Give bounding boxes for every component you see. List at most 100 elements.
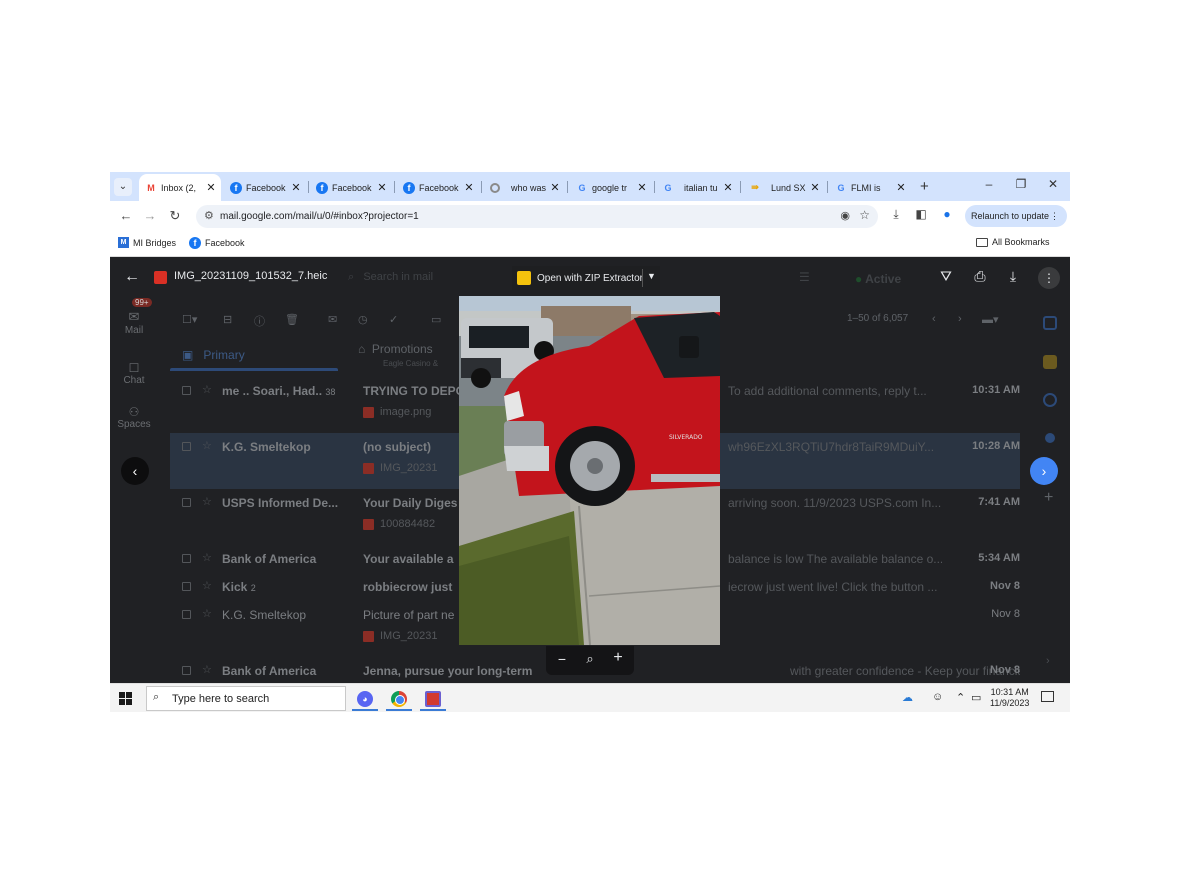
tab-inbox[interactable]: M Inbox (2, ✕ (139, 174, 221, 201)
all-bookmarks[interactable]: All Bookmarks (976, 237, 1050, 247)
eye-icon[interactable]: ◉ (840, 209, 850, 222)
close-window-button[interactable]: ✕ (1043, 177, 1063, 191)
reload-icon[interactable]: ↻ (167, 208, 183, 224)
download-icon[interactable]: ⤓ (1003, 268, 1023, 285)
chevron-down-icon[interactable]: ⌄ (114, 178, 132, 196)
chevron-up-icon[interactable]: ⌃ (956, 691, 965, 704)
filter-icon[interactable]: ☰ (799, 270, 810, 284)
tab-flmi[interactable]: G FLMI is ✕ (829, 174, 911, 201)
keyboard-icon[interactable]: ▬▾ (982, 313, 999, 326)
status-active[interactable]: ● Active (855, 272, 901, 286)
checkbox[interactable] (182, 582, 191, 591)
checkbox[interactable] (182, 498, 191, 507)
tab-promotions[interactable]: ⌂ Promotions (358, 342, 433, 356)
close-icon[interactable]: ✕ (548, 181, 562, 194)
bookmark-mi-bridges[interactable]: M MI Bridges (118, 237, 176, 248)
new-tab-button[interactable]: + (920, 178, 929, 195)
profile-icon[interactable]: ● (939, 207, 955, 221)
keep-icon[interactable] (1043, 355, 1057, 369)
download-icon[interactable]: ⤓ (888, 207, 904, 222)
star-icon[interactable]: ☆ (202, 579, 212, 592)
task-icon[interactable]: ✓ (389, 313, 398, 326)
forward-icon[interactable]: → (142, 208, 158, 223)
archive-icon[interactable]: ⊟ (223, 313, 232, 326)
windows-start-icon[interactable] (119, 692, 132, 705)
weather-icon[interactable]: ☁ (902, 691, 913, 704)
add-icon[interactable]: + (1044, 489, 1053, 507)
taskbar-discord[interactable]: ◕ (350, 686, 380, 711)
system-clock[interactable]: 10:31 AM 11/9/2023 (990, 687, 1029, 709)
rail-spaces[interactable]: ⚇ Spaces (116, 405, 152, 430)
attachment-chip[interactable]: IMG_20231 (363, 459, 437, 477)
checkbox[interactable] (182, 442, 191, 451)
star-icon[interactable]: ☆ (859, 208, 870, 222)
bookmark-facebook[interactable]: f Facebook (189, 237, 245, 249)
move-icon[interactable]: ▭ (431, 313, 441, 326)
tab-facebook-1[interactable]: f Facebook ✕ (224, 174, 306, 201)
star-icon[interactable]: ☆ (202, 439, 212, 452)
star-icon[interactable]: ☆ (202, 551, 212, 564)
taskbar-chrome[interactable] (384, 686, 414, 711)
relaunch-button[interactable]: Relaunch to update ⋮ (965, 205, 1067, 227)
close-icon[interactable]: ✕ (289, 181, 303, 194)
select-all-icon[interactable]: ☐▾ (182, 313, 197, 326)
tasks-icon[interactable] (1043, 393, 1057, 407)
chevron-right-icon[interactable]: › (958, 313, 962, 325)
address-bar[interactable]: ⚙ mail.google.com/mail/u/0/#inbox?projec… (196, 205, 878, 228)
attachment-chip[interactable]: IMG_20231 (363, 627, 437, 645)
star-icon[interactable]: ☆ (202, 663, 212, 676)
star-icon[interactable]: ☆ (202, 495, 212, 508)
close-icon[interactable]: ✕ (462, 181, 476, 194)
mark-read-icon[interactable]: ✉ (328, 313, 337, 326)
taskbar-search-input[interactable]: ⌕ Type here to search (146, 686, 346, 711)
checkbox[interactable] (182, 610, 191, 619)
tab-primary[interactable]: ▣ Primary (182, 348, 245, 362)
tab-who-was[interactable]: who was ✕ (483, 174, 565, 201)
tab-facebook-3[interactable]: f Facebook ✕ (397, 174, 479, 201)
back-icon[interactable]: ← (118, 208, 134, 223)
more-vert-icon[interactable]: ⋮ (1038, 267, 1060, 289)
close-icon[interactable]: ✕ (808, 181, 822, 194)
add-to-drive-icon[interactable]: ⛛ (936, 268, 956, 285)
close-icon[interactable]: ✕ (204, 181, 218, 194)
print-icon[interactable]: ⎙ (970, 268, 990, 285)
delete-icon[interactable]: 🗑 (285, 313, 299, 326)
calendar-icon[interactable] (1043, 316, 1057, 330)
attachment-chip[interactable]: 100884482 (363, 515, 435, 533)
gmail-search-input[interactable]: ⌕ Search in mail (348, 271, 433, 284)
zoom-reset-button[interactable]: ⌕ (580, 651, 600, 667)
back-icon[interactable]: ← (124, 268, 140, 286)
close-icon[interactable]: ✕ (894, 181, 908, 194)
restore-button[interactable]: ❐ (1011, 177, 1031, 191)
tab-lund[interactable]: ⇛ Lund SX ✕ (743, 174, 825, 201)
close-icon[interactable]: ✕ (375, 181, 389, 194)
minimize-button[interactable]: – (979, 177, 999, 191)
tab-facebook-2[interactable]: f Facebook ✕ (310, 174, 392, 201)
snooze-icon[interactable]: ◷ (358, 313, 368, 326)
checkbox[interactable] (182, 554, 191, 563)
next-button[interactable]: › (1030, 457, 1058, 485)
checkbox[interactable] (182, 666, 191, 675)
tab-italian[interactable]: G italian tu ✕ (656, 174, 738, 201)
battery-icon[interactable]: ▭ (971, 691, 981, 704)
attachment-chip[interactable]: image.png (363, 403, 431, 421)
zoom-out-button[interactable]: − (552, 651, 572, 667)
site-settings-icon[interactable]: ⚙ (204, 209, 214, 222)
rail-mail[interactable]: ✉ Mail (116, 309, 152, 336)
chevron-left-icon[interactable]: ‹ (932, 313, 936, 325)
star-icon[interactable]: ☆ (202, 383, 212, 396)
chevron-down-icon[interactable]: ▼ (647, 271, 656, 281)
checkbox[interactable] (182, 386, 191, 395)
close-icon[interactable]: ✕ (721, 181, 735, 194)
open-with-button[interactable]: Open with ZIP Extractor ▼ (512, 266, 660, 290)
taskbar-app[interactable] (418, 686, 448, 711)
person-icon[interactable]: ☺ (932, 691, 943, 703)
notifications-icon[interactable] (1041, 691, 1054, 702)
tab-google-translate[interactable]: G google tr ✕ (570, 174, 652, 201)
star-icon[interactable]: ☆ (202, 607, 212, 620)
image-preview[interactable]: SILVERADO (459, 296, 720, 645)
contacts-icon[interactable] (1045, 433, 1055, 443)
chevron-right-icon[interactable]: › (1046, 655, 1050, 667)
report-icon[interactable]: ⓘ (254, 313, 265, 329)
side-panel-icon[interactable]: ◧ (913, 207, 929, 221)
